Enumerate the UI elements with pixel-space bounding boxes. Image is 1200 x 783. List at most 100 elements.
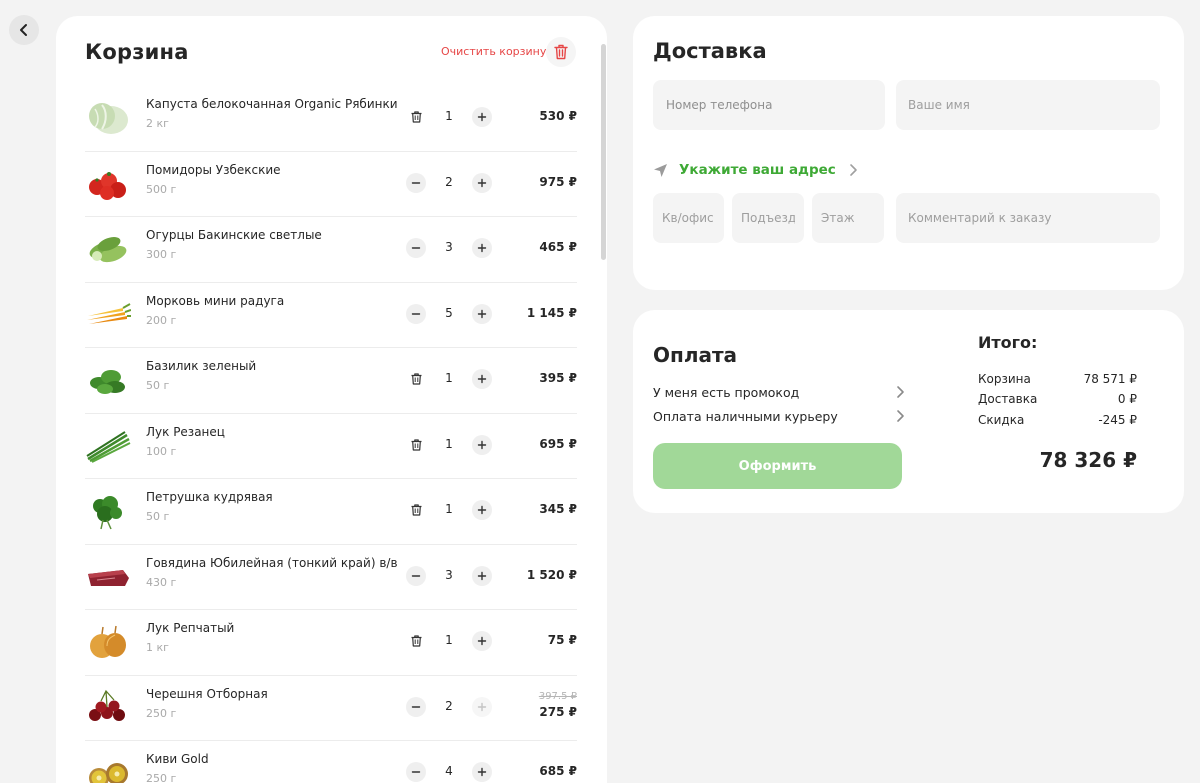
clear-cart-link[interactable]: Очистить корзину — [441, 45, 546, 58]
plus-icon — [477, 440, 487, 449]
product-weight: 50 г — [146, 379, 170, 392]
increase-qty-button[interactable] — [472, 434, 492, 455]
cart-scrollbar[interactable] — [601, 44, 606, 260]
delivery-panel: Доставка Укажите ваш адрес — [633, 16, 1184, 290]
increase-qty-button[interactable] — [472, 107, 492, 127]
chevron-right-icon — [849, 164, 857, 176]
decrease-qty-button[interactable] — [406, 303, 426, 324]
product-name: Лук Резанец — [146, 424, 225, 439]
product-name: Черешня Отборная — [146, 686, 268, 701]
name-input[interactable] — [896, 80, 1160, 130]
item-price: 345 ₽ — [539, 502, 577, 516]
summary-value: 0 ₽ — [1117, 392, 1137, 406]
cart-item: Петрушка кудрявая 50 г 1 345 ₽ — [85, 479, 577, 545]
plus-icon — [477, 178, 487, 187]
increase-qty-button[interactable] — [472, 172, 492, 193]
clear-cart-button[interactable] — [546, 37, 576, 67]
product-image — [85, 556, 131, 596]
item-quantity: 1 — [445, 371, 453, 385]
summary-value: 78 571 ₽ — [1083, 372, 1137, 386]
cart-item: Капуста белокочанная Organic Рябинки 2 кг… — [85, 86, 577, 152]
remove-item-button[interactable] — [406, 435, 426, 455]
floor-input[interactable] — [812, 193, 884, 243]
cart-list: Капуста белокочанная Organic Рябинки 2 кг… — [85, 86, 577, 783]
decrease-qty-button[interactable] — [406, 238, 426, 258]
payment-method-label: Оплата наличными курьеру — [653, 408, 838, 424]
trash-icon — [411, 111, 421, 123]
item-price: 465 ₽ — [539, 240, 577, 254]
trash-icon — [554, 44, 568, 60]
item-quantity: 1 — [445, 502, 453, 516]
cart-item: Базилик зеленый 50 г 1 395 ₽ — [85, 348, 577, 414]
product-image — [85, 621, 131, 661]
entrance-input[interactable] — [732, 193, 804, 243]
cart-item: Огурцы Бакинские светлые 300 г 3 465 ₽ — [85, 217, 577, 283]
cart-item: Говядина Юбилейная (тонкий край) в/в 430 … — [85, 545, 577, 610]
item-quantity: 4 — [445, 764, 453, 778]
address-selector[interactable]: Укажите ваш адрес — [653, 160, 860, 180]
product-name: Базилик зеленый — [146, 359, 257, 373]
delivery-title: Доставка — [653, 39, 767, 63]
item-quantity: 3 — [445, 567, 453, 582]
decrease-qty-button[interactable] — [406, 565, 426, 586]
product-weight: 100 г — [146, 444, 177, 458]
cart-item: Морковь мини радуга 200 г 5 1 145 ₽ — [85, 283, 577, 348]
product-name: Лук Репчатый — [146, 621, 235, 635]
product-name: Киви Gold — [146, 752, 209, 766]
payment-method-option[interactable]: Оплата наличными курьеру — [653, 406, 906, 426]
item-quantity: 5 — [445, 305, 453, 320]
phone-input[interactable] — [653, 80, 885, 130]
product-image — [85, 97, 131, 137]
decrease-qty-button[interactable] — [406, 762, 426, 782]
promo-code-label: У меня есть промокод — [653, 384, 800, 400]
back-button[interactable] — [9, 15, 39, 45]
product-weight: 430 г — [146, 575, 177, 589]
decrease-qty-button[interactable] — [406, 696, 426, 717]
minus-icon — [411, 312, 421, 315]
remove-item-button[interactable] — [406, 107, 426, 127]
chevron-left-icon — [20, 24, 27, 36]
item-quantity: 1 — [445, 109, 453, 123]
chevron-right-icon — [897, 386, 904, 398]
product-weight: 300 г — [146, 248, 177, 261]
address-label: Укажите ваш адрес — [679, 162, 836, 178]
trash-icon — [411, 504, 421, 516]
product-weight: 500 г — [146, 182, 177, 196]
increase-qty-button[interactable] — [472, 500, 492, 520]
item-price: 395 ₽ — [539, 371, 577, 385]
summary-row-discount: Скидка -245 ₽ — [978, 413, 1137, 427]
checkout-button[interactable]: Оформить — [653, 443, 902, 489]
remove-item-button[interactable] — [406, 500, 426, 520]
product-weight: 200 г — [146, 313, 177, 327]
promo-code-option[interactable]: У меня есть промокод — [653, 382, 906, 402]
comment-input[interactable] — [896, 193, 1160, 243]
cart-item: Лук Резанец 100 г 1 695 ₽ — [85, 414, 577, 479]
increase-qty-button[interactable] — [472, 369, 492, 389]
plus-icon — [477, 112, 487, 122]
product-name: Огурцы Бакинские светлые — [146, 228, 322, 242]
remove-item-button[interactable] — [406, 369, 426, 389]
decrease-qty-button[interactable] — [406, 172, 426, 193]
product-weight: 1 кг — [146, 641, 169, 654]
plus-icon — [477, 374, 487, 384]
summary-label: Скидка — [978, 413, 1025, 427]
item-quantity: 1 — [445, 633, 453, 647]
item-price: 1 520 ₽ — [526, 567, 577, 582]
chevron-right-icon — [897, 410, 904, 422]
increase-qty-button[interactable] — [472, 631, 492, 651]
product-weight: 250 г — [146, 772, 177, 783]
product-weight: 250 г — [146, 706, 177, 720]
remove-item-button[interactable] — [406, 631, 426, 651]
item-price: 975 ₽ — [539, 174, 577, 189]
increase-qty-button[interactable] — [472, 303, 492, 324]
increase-qty-button[interactable] — [472, 696, 492, 717]
payment-panel: Оплата У меня есть промокод Оплата налич… — [633, 310, 1184, 513]
increase-qty-button[interactable] — [472, 238, 492, 258]
product-name: Говядина Юбилейная (тонкий край) в/в — [146, 555, 398, 570]
product-name: Морковь мини радуга — [146, 293, 285, 308]
increase-qty-button[interactable] — [472, 565, 492, 586]
product-image — [85, 228, 131, 268]
flat-input[interactable] — [653, 193, 724, 243]
plus-icon — [477, 702, 487, 711]
increase-qty-button[interactable] — [472, 762, 492, 782]
